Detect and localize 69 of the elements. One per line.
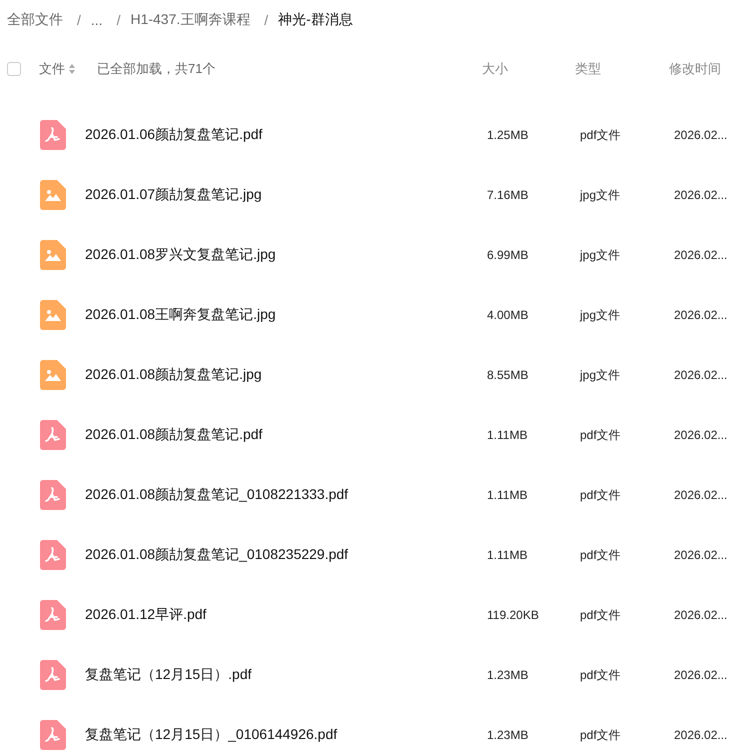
pdf-icon (40, 720, 66, 750)
pdf-icon (40, 120, 66, 150)
file-name[interactable]: 2026.01.08王啊奔复盘笔记.jpg (85, 306, 487, 324)
file-size: 1.23MB (487, 728, 530, 742)
breadcrumb-separator: / (77, 12, 81, 28)
file-name[interactable]: 2026.01.08罗兴文复盘笔记.jpg (85, 246, 487, 264)
file-name[interactable]: 2026.01.08颜劼复盘笔记.pdf (85, 426, 487, 444)
file-size: 1.11MB (487, 488, 528, 502)
file-type: jpg文件 (580, 186, 622, 204)
file-size: 119.20KB (487, 608, 540, 622)
modified-time: 2026.02... (674, 668, 728, 682)
image-icon (40, 300, 66, 330)
modified-time: 2026.02... (674, 548, 728, 562)
breadcrumb-separator: / (264, 12, 268, 28)
modified-column-header: 修改时间 (669, 60, 721, 78)
file-size: 1.23MB (487, 668, 530, 682)
pdf-icon (40, 660, 66, 690)
pdf-icon (40, 540, 66, 570)
modified-time: 2026.02... (674, 128, 728, 142)
type-column-header: 类型 (575, 60, 602, 78)
select-all-checkbox[interactable] (7, 62, 21, 76)
modified-time: 2026.02... (674, 608, 728, 622)
file-type: pdf文件 (580, 486, 622, 504)
file-size: 1.11MB (487, 548, 528, 562)
file-size: 4.00MB (487, 308, 530, 322)
pdf-icon (40, 480, 66, 510)
breadcrumb-link[interactable]: H1-437.王啊奔课程 (130, 11, 250, 29)
current-folder: 神光-群消息 (278, 11, 353, 29)
file-type: jpg文件 (580, 246, 622, 264)
file-type: pdf文件 (580, 606, 622, 624)
file-type: pdf文件 (580, 426, 622, 444)
file-name[interactable]: 2026.01.08颜劼复盘笔记.jpg (85, 366, 487, 384)
modified-time: 2026.02... (674, 728, 728, 742)
file-name[interactable]: 复盘笔记（12月15日）_0106144926.pdf (85, 726, 487, 744)
modified-time: 2026.02... (674, 428, 728, 442)
pdf-icon (40, 420, 66, 450)
file-type: pdf文件 (580, 666, 622, 684)
file-name[interactable]: 2026.01.06颜劼复盘笔记.pdf (85, 126, 487, 144)
pdf-icon (40, 600, 66, 630)
file-size: 1.25MB (487, 128, 530, 142)
sort-icon (69, 64, 75, 74)
modified-time: 2026.02... (674, 368, 728, 382)
file-name[interactable]: 2026.01.08颜劼复盘笔记_0108221333.pdf (85, 486, 487, 504)
file-name[interactable]: 复盘笔记（12月15日）.pdf (85, 666, 487, 684)
file-type: jpg文件 (580, 366, 622, 384)
file-type: pdf文件 (580, 546, 622, 564)
breadcrumb-separator: / (116, 12, 120, 28)
modified-time: 2026.02... (674, 308, 728, 322)
image-icon (40, 240, 66, 270)
modified-time: 2026.02... (674, 248, 728, 262)
file-name[interactable]: 2026.01.08颜劼复盘笔记_0108235229.pdf (85, 546, 487, 564)
size-column-header: 大小 (482, 60, 509, 78)
image-icon (40, 180, 66, 210)
breadcrumb-link[interactable]: 全部文件 (7, 11, 63, 29)
file-size: 7.16MB (487, 188, 530, 202)
file-type: pdf文件 (580, 726, 622, 744)
modified-time: 2026.02... (674, 488, 728, 502)
file-size: 6.99MB (487, 248, 530, 262)
file-type: jpg文件 (580, 306, 622, 324)
file-name[interactable]: 2026.01.07颜劼复盘笔记.jpg (85, 186, 487, 204)
file-size: 1.11MB (487, 428, 528, 442)
file-size: 8.55MB (487, 368, 530, 382)
file-name[interactable]: 2026.01.12早评.pdf (85, 606, 487, 624)
image-icon (40, 360, 66, 390)
modified-time: 2026.02... (674, 188, 728, 202)
load-status: 已全部加载，共71个 (97, 60, 216, 78)
breadcrumb-link[interactable]: ... (90, 12, 103, 28)
file-type: pdf文件 (580, 126, 622, 144)
name-column-header[interactable]: 文件 (39, 60, 75, 78)
